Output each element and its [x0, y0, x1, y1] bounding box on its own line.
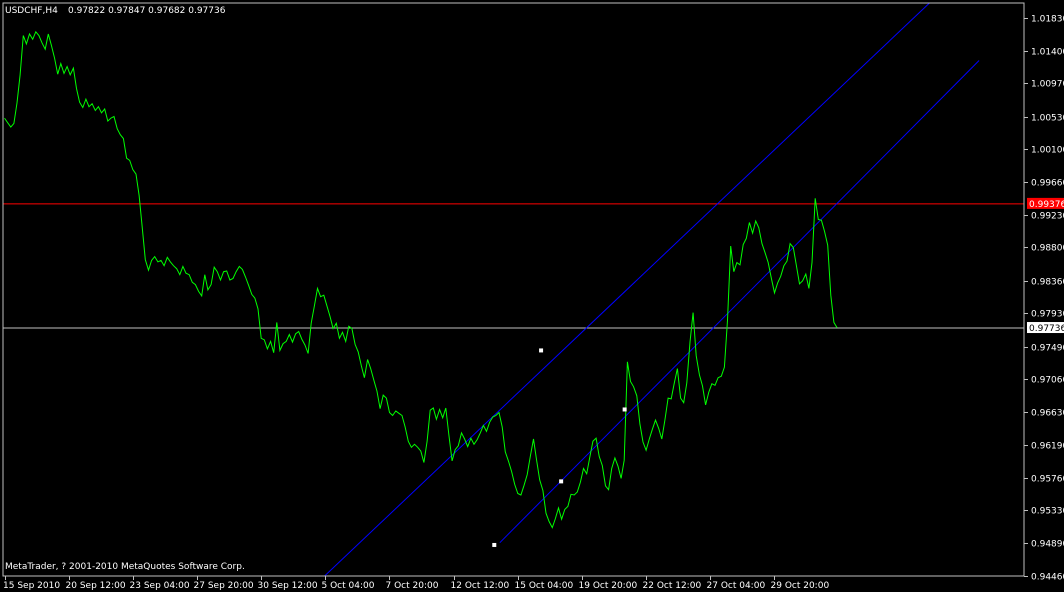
y-tick-label: 0.98360 — [1031, 278, 1064, 288]
channel-line-1 — [324, 3, 930, 576]
plot-area[interactable] — [3, 3, 1024, 576]
x-tick-label: 7 Oct 20:00 — [386, 581, 439, 591]
anchor-point — [539, 348, 544, 353]
y-tick-label: 0.94460 — [1031, 573, 1064, 583]
y-tick-label: 0.94890 — [1031, 540, 1064, 550]
anchor-point — [559, 479, 564, 484]
resistance-price-tag: 0.99376 — [1027, 197, 1064, 210]
copyright-text: MetaTrader, ? 2001-2010 MetaQuotes Softw… — [5, 562, 245, 572]
y-tick-label: 0.98800 — [1031, 244, 1064, 254]
anchor-point — [492, 542, 497, 547]
x-tick-label: 27 Oct 04:00 — [707, 581, 766, 591]
y-tick-label: 1.00530 — [1031, 114, 1064, 124]
x-tick-label: 30 Sep 12:00 — [258, 581, 318, 591]
current-price-tag: 0.97736 — [1027, 322, 1064, 334]
x-tick-label: 29 Oct 20:00 — [771, 581, 830, 591]
symbol-label: USDCHF,H4 — [5, 6, 58, 16]
x-tick-label: 19 Oct 20:00 — [579, 581, 638, 591]
y-tick-label: 1.00970 — [1031, 80, 1064, 90]
y-tick-label: 0.95330 — [1031, 507, 1064, 517]
y-tick-label: 1.00100 — [1031, 146, 1064, 156]
price-series-line — [4, 30, 838, 529]
x-tick-label: 22 Oct 12:00 — [643, 581, 702, 591]
y-tick-label: 0.95760 — [1031, 475, 1064, 485]
y-tick-label: 0.97490 — [1031, 344, 1064, 354]
y-tick-label: 0.96630 — [1031, 409, 1064, 419]
y-tick-label: 1.01830 — [1031, 15, 1064, 25]
ohlc-label: 0.97822 0.97847 0.97682 0.97736 — [68, 6, 226, 16]
anchor-point — [622, 407, 627, 412]
x-tick-label: 27 Sep 20:00 — [194, 581, 254, 591]
x-tick-label: 5 Oct 04:00 — [322, 581, 375, 591]
x-tick-label: 15 Sep 2010 — [3, 581, 60, 591]
plot-frame — [2, 2, 1025, 577]
y-tick-label: 0.97060 — [1031, 376, 1064, 386]
price-chart[interactable]: 1.01830 1.01400 1.00970 1.00530 1.00100 0.996… — [0, 0, 1064, 592]
y-tick-label: 1.01400 — [1031, 48, 1064, 58]
y-tick-label: 0.99230 — [1031, 212, 1064, 222]
resistance-price-tag-text: 0.99376 — [1029, 200, 1064, 210]
channel-line-2 — [499, 60, 980, 544]
y-tick-label: 0.99660 — [1031, 179, 1064, 189]
axes: 1.01830 1.01400 1.00970 1.00530 1.00100 0.996… — [2, 2, 1064, 591]
x-tick-label: 23 Sep 04:00 — [130, 581, 190, 591]
y-tick-label: 0.97930 — [1031, 310, 1064, 320]
x-tick-label: 12 Oct 12:00 — [451, 581, 510, 591]
y-tick-label: 0.96190 — [1031, 442, 1064, 452]
x-tick-label: 15 Oct 04:00 — [515, 581, 574, 591]
chart-window[interactable]: 1.01830 1.01400 1.00970 1.00530 1.00100 0.996… — [0, 0, 1064, 592]
x-tick-label: 20 Sep 12:00 — [66, 581, 126, 591]
current-price-tag-text: 0.97736 — [1029, 324, 1064, 334]
